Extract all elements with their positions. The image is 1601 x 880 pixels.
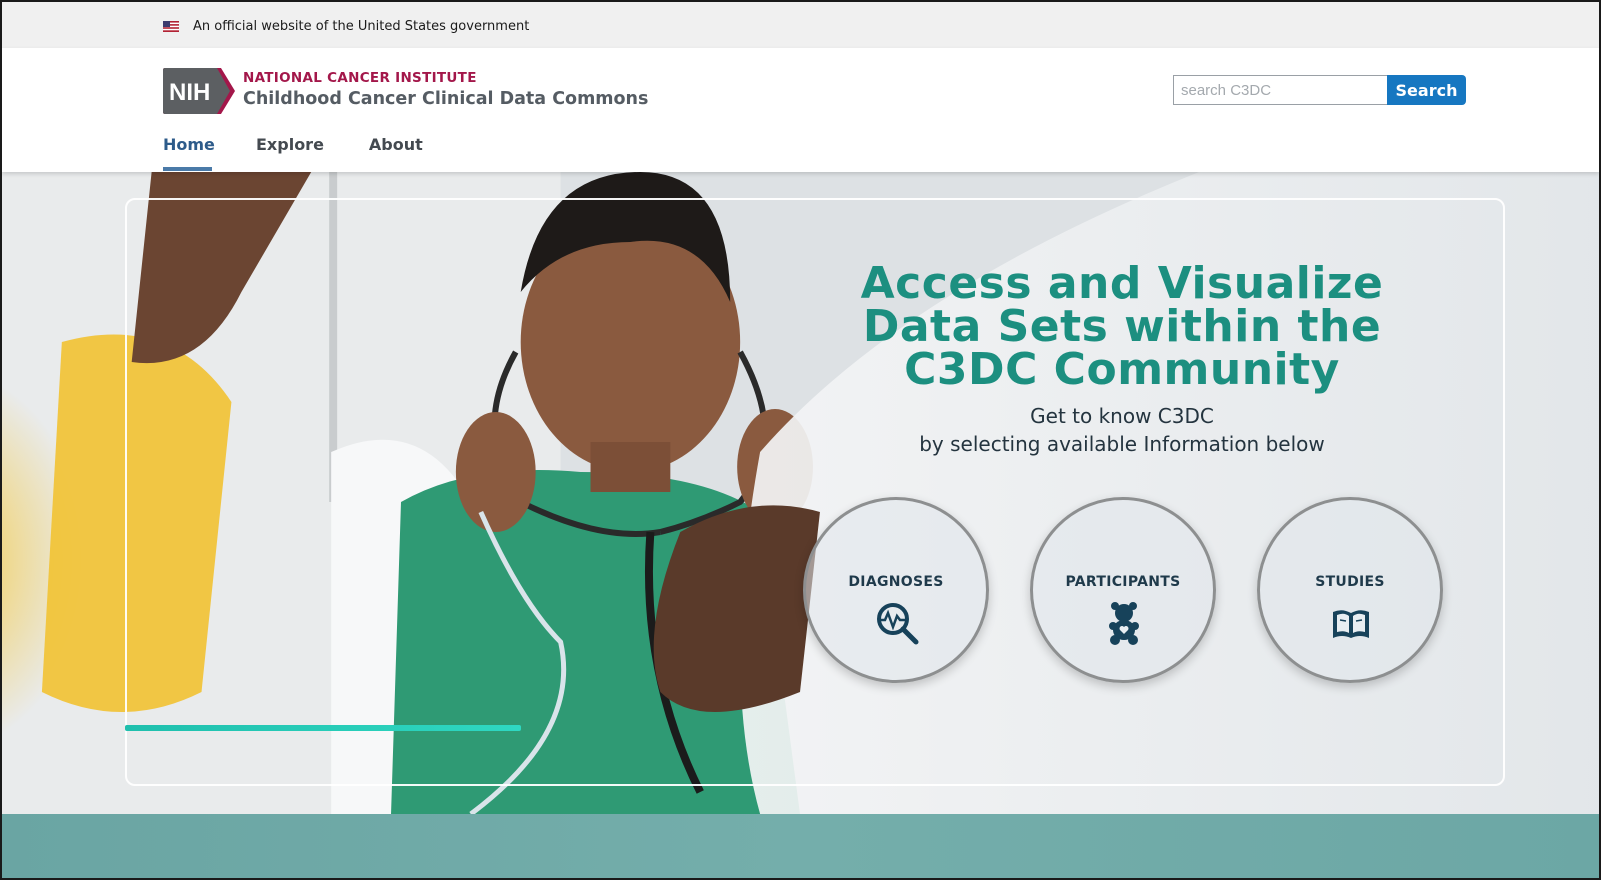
hero-section: Access and Visualize Data Sets within th… xyxy=(2,172,1599,814)
main-nav: Home Explore About xyxy=(163,135,423,171)
open-book-icon xyxy=(1333,610,1369,638)
nih-logo-text: NIH xyxy=(169,79,210,106)
page: An official website of the United States… xyxy=(0,0,1601,880)
search-input[interactable] xyxy=(1173,75,1388,105)
diagnoses-label: DIAGNOSES xyxy=(848,574,944,590)
hero-subtitle-line: by selecting available Information below xyxy=(919,432,1325,456)
search-button[interactable]: Search xyxy=(1387,75,1466,105)
hero-headline-line: Access and Visualize xyxy=(860,258,1384,309)
bottom-band xyxy=(2,814,1599,878)
hero-headline-line: C3DC Community xyxy=(904,344,1340,395)
us-flag-icon xyxy=(163,21,179,32)
nav-item-home[interactable]: Home xyxy=(163,135,215,171)
hero-headline: Access and Visualize Data Sets within th… xyxy=(842,258,1402,395)
hero-subtitle: Get to know C3DC by selecting available … xyxy=(842,402,1402,458)
teddy-bear-icon xyxy=(1109,602,1139,645)
nih-logo[interactable]: NIH xyxy=(163,68,235,114)
studies-button[interactable]: STUDIES xyxy=(1257,497,1443,683)
magnifier-pulse-icon xyxy=(877,603,919,645)
nav-item-about[interactable]: About xyxy=(369,135,423,171)
nav-item-explore[interactable]: Explore xyxy=(256,135,324,171)
diagnoses-button[interactable]: DIAGNOSES xyxy=(803,497,989,683)
gov-banner-text: An official website of the United States… xyxy=(193,19,530,34)
hero-headline-line: Data Sets within the xyxy=(862,301,1382,352)
participants-button[interactable]: PARTICIPANTS xyxy=(1030,497,1216,683)
participants-label: PARTICIPANTS xyxy=(1065,574,1181,590)
gov-banner: An official website of the United States… xyxy=(2,2,1599,48)
site-header: NIH NATIONAL CANCER INSTITUTE Childhood … xyxy=(2,48,1599,172)
institute-name[interactable]: NATIONAL CANCER INSTITUTE xyxy=(243,70,477,86)
site-title[interactable]: Childhood Cancer Clinical Data Commons xyxy=(243,89,648,109)
hero-accent-bar xyxy=(125,725,521,731)
hero-subtitle-line: Get to know C3DC xyxy=(1030,404,1214,428)
studies-label: STUDIES xyxy=(1315,574,1385,590)
